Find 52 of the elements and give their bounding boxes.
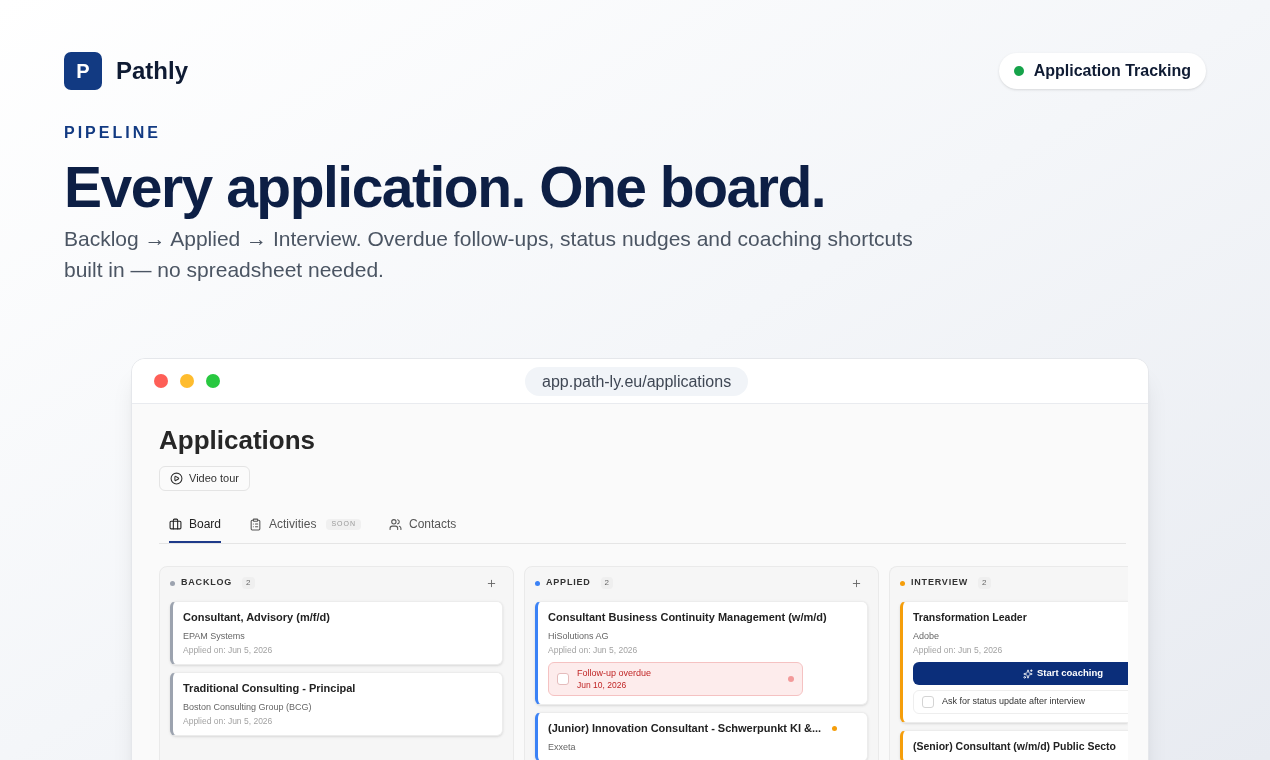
card-title: (Junior) Innovation Consultant - Schwerpunkt KI &... bbox=[548, 721, 823, 736]
applied-date: Applied on: Jun 5, 2026 bbox=[183, 716, 274, 727]
column-count: 2 bbox=[242, 577, 255, 589]
people-icon bbox=[389, 517, 402, 531]
company-name: EPAM Systems bbox=[183, 630, 246, 642]
add-icon[interactable] bbox=[851, 577, 862, 589]
application-card[interactable]: (Senior) Consultant (w/m/d) Public Secto bbox=[900, 729, 1128, 760]
card-title: Consultant Business Continuity Management (w/m/d) bbox=[548, 610, 828, 625]
video-tour-button[interactable]: Video tour bbox=[159, 466, 250, 491]
card-title: Transformation Leader bbox=[913, 610, 1028, 625]
applied-date: Applied on: Jun 5, 2026 bbox=[548, 645, 639, 656]
briefcase-icon bbox=[169, 517, 182, 531]
task-checkbox[interactable] bbox=[922, 695, 934, 708]
column-count: 2 bbox=[600, 577, 614, 589]
add-icon[interactable] bbox=[486, 577, 497, 589]
company-name: Boston Consulting Group (BCG) bbox=[183, 701, 313, 713]
subtitle: Backlog → Applied → Interview. Overdue follow-ups, status nudges and coaching shortcuts built in — no spreadsheet needed. bbox=[64, 226, 914, 283]
play-icon bbox=[170, 472, 183, 485]
applied-date: Applied on: Jun 5, 2026 bbox=[183, 645, 274, 656]
application-card[interactable]: Transformation Leader Adobe Applied on: Jun 5, 2026 Start coaching Ask for status update after interview bbox=[900, 601, 1128, 723]
clipboard-icon bbox=[249, 517, 263, 531]
logo-icon: P bbox=[64, 52, 102, 90]
company-name: Exxeta bbox=[548, 741, 577, 753]
brand-name: Pathly bbox=[116, 56, 189, 86]
start-coaching-button[interactable]: Start coaching bbox=[913, 662, 1128, 685]
page-title: Applications bbox=[159, 424, 316, 456]
application-card[interactable]: Consultant Business Continuity Management (w/m/d) HiSolutions AG Applied on: Jun 5, 2026 Follow-up overdue Jun 10, 2026 bbox=[535, 601, 868, 705]
application-card[interactable]: Consultant, Advisory (m/f/d) EPAM Systems Applied on: Jun 5, 2026 bbox=[170, 601, 503, 665]
column-title: INTERVIEW bbox=[911, 576, 969, 590]
application-card[interactable]: (Junior) Innovation Consultant - Schwerpunkt KI &... Exxeta bbox=[535, 712, 868, 760]
company-name: HiSolutions AG bbox=[548, 630, 610, 642]
address-bar[interactable]: app.path-ly.eu/applications bbox=[525, 367, 749, 396]
column-title: BACKLOG bbox=[181, 576, 233, 590]
follow-up-date: Jun 10, 2026 bbox=[577, 679, 628, 691]
follow-up-checkbox[interactable] bbox=[557, 673, 569, 685]
eyebrow-label: PIPELINE bbox=[64, 123, 162, 143]
card-title: (Senior) Consultant (w/m/d) Public Secto bbox=[913, 738, 1117, 754]
column-title: APPLIED bbox=[546, 576, 591, 590]
company-name: Adobe bbox=[913, 630, 941, 642]
task-label: Ask for status update after interview bbox=[942, 695, 1086, 708]
sparkle-icon bbox=[1023, 668, 1033, 679]
headline: Every application. One board. bbox=[64, 155, 827, 219]
tab[interactable]: Contacts bbox=[389, 515, 457, 543]
application-card[interactable]: Traditional Consulting - Principal Boston Consulting Group (BCG) Applied on: Jun 5, 2026 bbox=[170, 672, 503, 736]
badge-label: Application Tracking bbox=[1033, 61, 1191, 81]
card-title: Consultant, Advisory (m/f/d) bbox=[183, 610, 331, 625]
follow-up-label: Follow-up overdue bbox=[577, 667, 653, 679]
tab[interactable]: Board bbox=[169, 515, 222, 543]
tab[interactable]: Activities bbox=[249, 515, 317, 543]
card-title: Traditional Consulting - Principal bbox=[183, 681, 357, 696]
column-count: 2 bbox=[978, 577, 991, 589]
applied-date: Applied on: Jun 5, 2026 bbox=[913, 645, 1004, 656]
